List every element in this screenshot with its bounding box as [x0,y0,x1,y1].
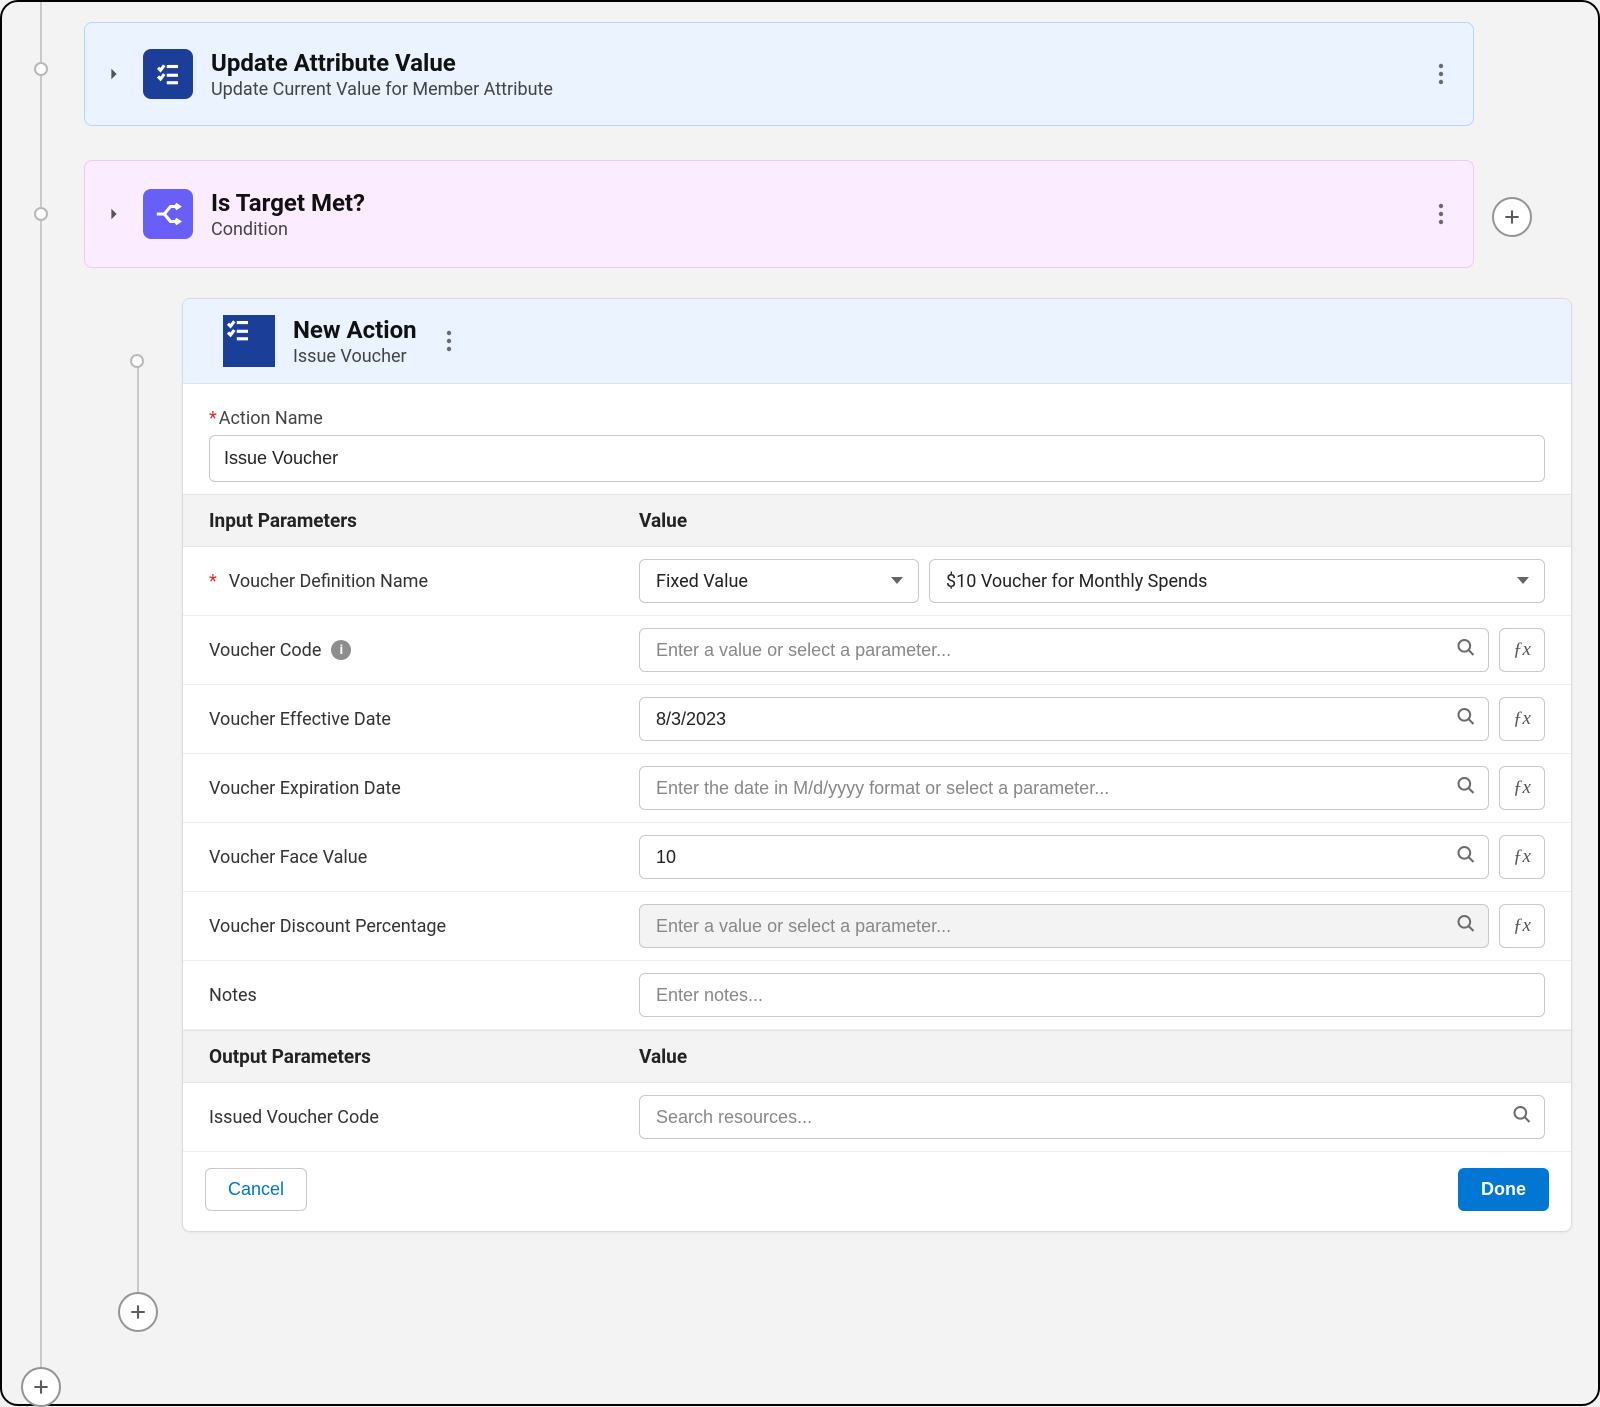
done-button[interactable]: Done [1458,1168,1549,1211]
step-is-target-met[interactable]: Is Target Met? Condition [84,160,1474,268]
param-row-notes: Notes [183,961,1571,1030]
output-parameters-header: Output Parameters Value [183,1030,1571,1083]
connector-dot [34,207,48,221]
discount-percentage-input [639,904,1489,948]
param-label: Voucher Effective Date [209,709,639,730]
caret-down-icon [1516,576,1530,586]
search-icon[interactable] [1512,1105,1532,1130]
cancel-button[interactable]: Cancel [205,1168,307,1211]
param-row-voucher-code: Voucher Code i ƒx [183,616,1571,685]
editor-body: *Action Name [183,384,1571,494]
step-subtitle: Update Current Value for Member Attribut… [211,79,1409,100]
action-name-input[interactable] [209,435,1545,482]
param-label: Issued Voucher Code [209,1107,639,1128]
info-icon[interactable]: i [331,640,351,660]
connector-dot [34,62,48,76]
search-icon[interactable] [1456,638,1476,663]
voucher-code-input[interactable] [639,628,1489,672]
input-parameters-header: Input Parameters Value [183,494,1571,547]
editor-footer: Cancel Done [183,1152,1571,1231]
connector-line [137,360,139,1310]
param-row-expiration-date: Voucher Expiration Date ƒx [183,754,1571,823]
step-update-attribute[interactable]: Update Attribute Value Update Current Va… [84,22,1474,126]
section-col-value: Value [639,1045,1545,1068]
chevron-right-icon[interactable] [103,207,125,221]
add-step-button[interactable] [21,1367,61,1407]
editor-header: New Action Issue Voucher [183,299,1571,384]
param-row-effective-date: Voucher Effective Date ƒx [183,685,1571,754]
add-step-button[interactable] [118,1292,158,1332]
kebab-menu-icon[interactable] [1427,60,1455,88]
step-subtitle: Condition [211,219,1409,240]
connector-dot [130,354,144,368]
param-label: Voucher Code i [209,640,639,661]
search-icon [1456,914,1476,939]
add-step-button[interactable] [1492,197,1532,237]
param-row-discount-percentage: Voucher Discount Percentage ƒx [183,892,1571,961]
param-row-face-value: Voucher Face Value ƒx [183,823,1571,892]
step-title: Update Attribute Value [211,49,1409,77]
voucher-definition-select[interactable]: $10 Voucher for Monthly Spends [929,559,1545,603]
notes-input[interactable] [639,973,1545,1017]
search-icon[interactable] [1456,845,1476,870]
formula-button[interactable]: ƒx [1499,904,1545,948]
chevron-right-icon[interactable] [103,67,125,81]
editor-title: New Action [293,316,417,344]
action-checklist-icon [223,315,275,367]
issued-voucher-code-input[interactable] [639,1095,1545,1139]
param-label: Voucher Expiration Date [209,778,639,799]
formula-button[interactable]: ƒx [1499,835,1545,879]
param-label: Voucher Discount Percentage [209,916,639,937]
kebab-menu-icon[interactable] [435,327,463,355]
section-col-label: Output Parameters [209,1045,639,1068]
formula-button[interactable]: ƒx [1499,628,1545,672]
param-row-voucher-definition: * Voucher Definition Name Fixed Value $1… [183,547,1571,616]
param-label: Notes [209,985,639,1006]
search-icon[interactable] [1456,707,1476,732]
required-indicator: * [209,408,217,429]
formula-button[interactable]: ƒx [1499,697,1545,741]
value-type-select[interactable]: Fixed Value [639,559,919,603]
required-indicator: * [209,571,217,592]
editor-subtitle: Issue Voucher [293,346,417,367]
condition-branch-icon [143,189,193,239]
action-checklist-icon [143,49,193,99]
action-editor-panel: New Action Issue Voucher *Action Name In… [182,298,1572,1232]
section-col-value: Value [639,509,1545,532]
param-row-issued-voucher-code: Issued Voucher Code [183,1083,1571,1152]
formula-button[interactable]: ƒx [1499,766,1545,810]
action-name-label: *Action Name [209,408,1545,429]
step-title: Is Target Met? [211,189,1409,217]
face-value-input[interactable] [639,835,1489,879]
section-col-label: Input Parameters [209,509,639,532]
search-icon[interactable] [1456,776,1476,801]
param-label: Voucher Face Value [209,847,639,868]
kebab-menu-icon[interactable] [1427,200,1455,228]
param-label: * Voucher Definition Name [209,571,639,592]
expiration-date-input[interactable] [639,766,1489,810]
caret-down-icon [890,576,904,586]
effective-date-input[interactable] [639,697,1489,741]
